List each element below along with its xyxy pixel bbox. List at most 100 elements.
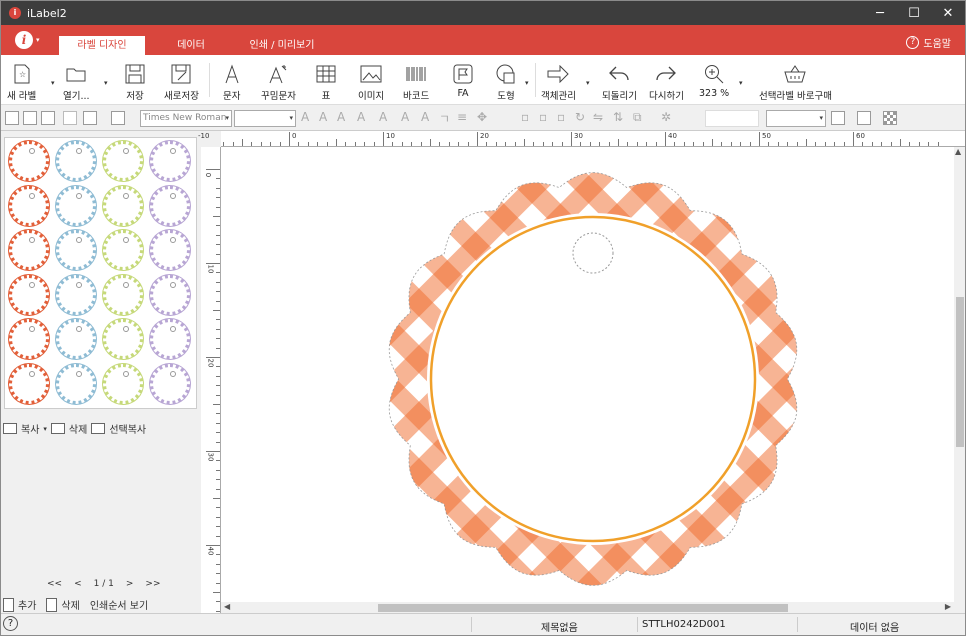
outline-icon[interactable]: A bbox=[401, 110, 409, 124]
buy-label-button[interactable]: 선택라벨 바로구매 bbox=[759, 63, 832, 102]
align-icon[interactable] bbox=[111, 111, 125, 125]
label-thumbnail[interactable] bbox=[103, 230, 143, 270]
image-button[interactable]: 이미지 bbox=[358, 63, 384, 102]
vertical-scrollbar[interactable]: ▲ bbox=[954, 147, 965, 613]
label-thumbnail[interactable] bbox=[103, 274, 143, 315]
barcode-button[interactable]: 바코드 bbox=[403, 63, 429, 102]
label-thumbnail[interactable] bbox=[103, 141, 143, 181]
paste-icon[interactable] bbox=[41, 111, 55, 125]
text-button[interactable]: 문자 bbox=[223, 63, 240, 102]
label-thumbnail[interactable] bbox=[9, 319, 49, 359]
next-page-button[interactable]: > bbox=[126, 579, 134, 589]
label-thumbnail[interactable] bbox=[103, 185, 143, 226]
line-color-icon[interactable] bbox=[857, 111, 871, 125]
close-button[interactable]: ✕ bbox=[931, 1, 965, 25]
fill-icon[interactable] bbox=[831, 111, 845, 125]
label-thumbnail[interactable] bbox=[150, 230, 190, 270]
vertical-text-icon[interactable]: ㄱ bbox=[439, 110, 450, 127]
shape-button[interactable]: 도형 bbox=[495, 63, 517, 102]
last-page-button[interactable]: >> bbox=[145, 579, 160, 589]
open-dropdown-icon[interactable]: ▾ bbox=[104, 79, 108, 87]
remove-page-button[interactable]: 삭제 bbox=[61, 597, 79, 612]
table-button[interactable]: 표 bbox=[316, 63, 336, 102]
bold-icon[interactable]: A bbox=[357, 110, 365, 124]
label-thumbnail[interactable] bbox=[9, 274, 49, 315]
font-size-select[interactable]: ▾ bbox=[234, 110, 296, 127]
rotate-icon[interactable]: ↻ bbox=[575, 110, 585, 124]
copy-icon[interactable] bbox=[23, 111, 37, 125]
scroll-up-icon[interactable]: ▲ bbox=[955, 147, 961, 156]
horizontal-scrollbar[interactable]: ◀ ▶ bbox=[221, 602, 954, 613]
lock-icon[interactable] bbox=[63, 111, 77, 125]
fancy-text-button[interactable]: 꾸밈문자 bbox=[261, 63, 296, 102]
flip-icon[interactable]: ⇋ bbox=[593, 110, 603, 124]
label-thumbnail[interactable] bbox=[56, 230, 96, 270]
transparency-icon[interactable] bbox=[883, 111, 897, 125]
save-as-button[interactable]: 새로저장 bbox=[164, 63, 199, 102]
label-thumbnail[interactable] bbox=[56, 185, 96, 226]
new-label-dropdown-icon[interactable]: ▾ bbox=[51, 79, 55, 87]
font-family-select[interactable]: Times New Roman ▾ bbox=[140, 110, 232, 127]
help-icon[interactable]: ? bbox=[3, 616, 18, 631]
label-thumbnail[interactable] bbox=[103, 363, 143, 404]
app-menu-button[interactable]: i ▾ bbox=[15, 31, 40, 49]
undo-button[interactable]: 되돌리기 bbox=[602, 63, 637, 102]
fa-button[interactable]: FA bbox=[453, 63, 473, 99]
line-style-select[interactable]: ▾ bbox=[766, 110, 826, 127]
object-manage-dropdown-icon[interactable]: ▾ bbox=[586, 79, 590, 87]
print-order-button[interactable]: 인쇄순서 보기 bbox=[90, 597, 148, 612]
shadow-icon[interactable]: A bbox=[421, 110, 429, 124]
add-page-button[interactable]: 추가 bbox=[18, 597, 36, 612]
text-align-icon[interactable]: ≡ bbox=[457, 110, 467, 124]
copy-button[interactable]: 복사 bbox=[21, 421, 39, 436]
label-thumbnail[interactable] bbox=[150, 274, 190, 315]
select-copy-button[interactable]: 선택복사 bbox=[109, 421, 146, 436]
label-thumbnail[interactable] bbox=[150, 185, 190, 226]
tab-print-preview[interactable]: 인쇄 / 미리보기 bbox=[237, 36, 327, 55]
tab-data[interactable]: 데이터 bbox=[159, 36, 223, 55]
delete-button[interactable]: 삭제 bbox=[69, 421, 87, 436]
zoom-button[interactable]: 323 % bbox=[699, 63, 729, 99]
font-size-icon[interactable]: A bbox=[319, 110, 327, 124]
line-width-select[interactable] bbox=[705, 110, 759, 127]
effect-icon[interactable]: ✥ bbox=[477, 110, 487, 124]
shape-dropdown-icon[interactable]: ▾ bbox=[525, 79, 529, 87]
save-button[interactable]: 저장 bbox=[125, 63, 145, 102]
label-thumbnail[interactable] bbox=[9, 363, 49, 404]
layout-icon[interactable] bbox=[5, 111, 19, 125]
align-center-icon[interactable]: ▫ bbox=[539, 110, 547, 124]
tab-label-design[interactable]: 라벨 디자인 bbox=[59, 36, 145, 55]
first-page-button[interactable]: << bbox=[47, 579, 62, 589]
label-thumbnail[interactable] bbox=[56, 274, 96, 315]
label-thumbnail[interactable] bbox=[56, 319, 96, 359]
horizontal-scroll-thumb[interactable] bbox=[378, 604, 788, 612]
maximize-button[interactable]: ☐ bbox=[897, 1, 931, 25]
grid-icon[interactable] bbox=[83, 111, 97, 125]
label-thumbnail[interactable] bbox=[56, 141, 96, 181]
align-left-icon[interactable]: ▫ bbox=[521, 110, 529, 124]
open-button[interactable]: 열기... bbox=[63, 63, 90, 102]
label-thumbnail[interactable] bbox=[56, 363, 96, 404]
magic-icon[interactable]: ✲ bbox=[661, 110, 671, 124]
font-color-icon[interactable]: A bbox=[337, 110, 345, 124]
italic-icon[interactable]: A bbox=[379, 110, 387, 124]
scroll-left-icon[interactable]: ◀ bbox=[224, 602, 230, 611]
prev-page-button[interactable]: < bbox=[74, 579, 82, 589]
zoom-dropdown-icon[interactable]: ▾ bbox=[739, 79, 743, 87]
label-thumbnail[interactable] bbox=[150, 319, 190, 359]
label-thumbnail[interactable] bbox=[9, 230, 49, 270]
help-button[interactable]: ? 도움말 bbox=[906, 35, 951, 50]
new-label-button[interactable]: ☆ 새 라벨 bbox=[7, 63, 36, 102]
scroll-right-icon[interactable]: ▶ bbox=[945, 602, 951, 611]
label-thumbnail[interactable] bbox=[103, 319, 143, 359]
label-thumbnail[interactable] bbox=[150, 363, 190, 404]
order-icon[interactable]: ⧉ bbox=[633, 110, 642, 125]
object-manage-button[interactable]: 객체관리 bbox=[541, 63, 576, 102]
flip-vertical-icon[interactable]: ⇅ bbox=[613, 110, 623, 124]
design-canvas[interactable] bbox=[221, 147, 954, 602]
label-thumbnail[interactable] bbox=[9, 141, 49, 181]
copy-dropdown-icon[interactable]: ▾ bbox=[43, 425, 47, 433]
redo-button[interactable]: 다시하기 bbox=[649, 63, 684, 102]
label-thumbnail[interactable] bbox=[150, 141, 190, 181]
minimize-button[interactable]: ─ bbox=[863, 1, 897, 25]
